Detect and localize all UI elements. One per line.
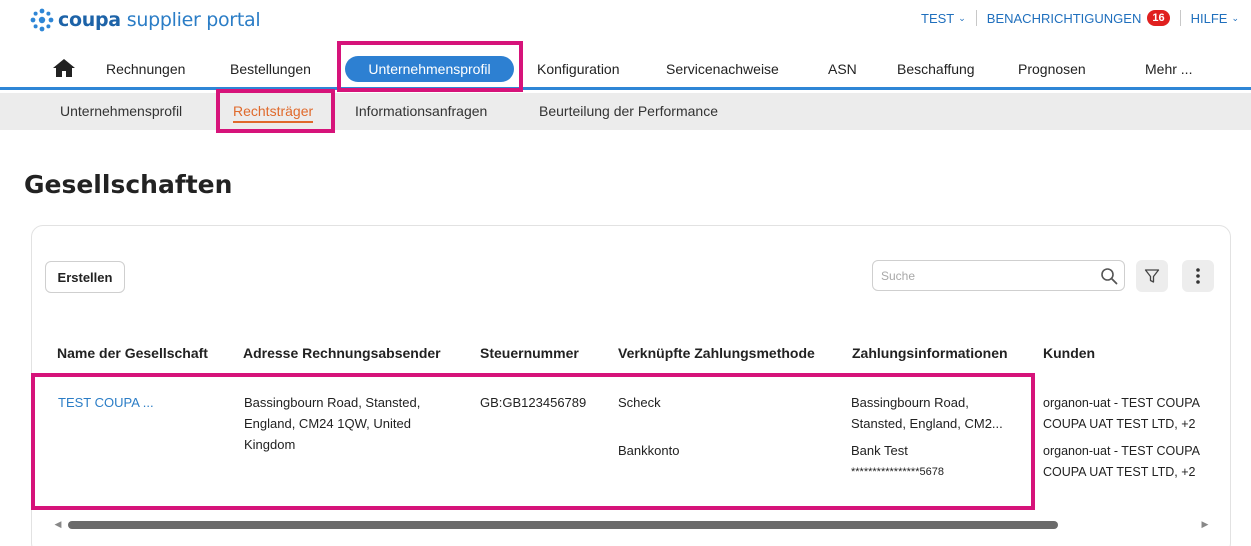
nav-item-rechnungen[interactable]: Rechnungen bbox=[106, 61, 185, 77]
customer-line: COUPA UAT TEST LTD, +2 bbox=[1043, 465, 1196, 479]
column-header-payment-method[interactable]: Verknüpfte Zahlungsmethode bbox=[618, 345, 815, 361]
scroll-right-icon[interactable]: ▶ bbox=[1199, 518, 1211, 530]
divider bbox=[1179, 10, 1181, 26]
scroll-left-icon[interactable]: ◀ bbox=[52, 518, 64, 530]
notifications-menu[interactable]: BENACHRICHTIGUNGEN 16 bbox=[987, 10, 1170, 26]
chevron-down-icon: ⌄ bbox=[1231, 12, 1239, 23]
search-icon[interactable] bbox=[1100, 267, 1118, 285]
subnav-item-informationsanfragen[interactable]: Informationsanfragen bbox=[355, 103, 487, 119]
logo-brand-text: coupa bbox=[58, 9, 121, 31]
notifications-label: BENACHRICHTIGUNGEN bbox=[986, 10, 1142, 26]
highlight-box-row bbox=[31, 373, 1035, 510]
subnav-item-beurteilung[interactable]: Beurteilung der Performance bbox=[539, 103, 718, 119]
column-header-name[interactable]: Name der Gesellschaft bbox=[57, 345, 208, 361]
scrollbar-thumb[interactable] bbox=[68, 521, 1058, 529]
column-header-payment-info[interactable]: Zahlungsinformationen bbox=[852, 345, 1008, 361]
column-header-tax-number[interactable]: Steuernummer bbox=[480, 345, 579, 361]
filter-icon bbox=[1144, 269, 1160, 283]
user-menu-label: TEST bbox=[921, 10, 955, 26]
column-header-customers[interactable]: Kunden bbox=[1043, 345, 1095, 361]
customer-line: organon-uat - TEST COUPA bbox=[1043, 444, 1201, 458]
logo-portal-text: supplier portal bbox=[126, 9, 261, 31]
notifications-count-badge: 16 bbox=[1147, 10, 1170, 26]
more-vertical-icon bbox=[1196, 268, 1200, 284]
highlight-box-subnav bbox=[216, 89, 335, 133]
search-input[interactable] bbox=[881, 266, 1091, 286]
column-header-address[interactable]: Adresse Rechnungsabsender bbox=[243, 345, 441, 361]
page-title: Gesellschaften bbox=[24, 170, 233, 199]
help-label: HILFE bbox=[1190, 10, 1228, 26]
divider bbox=[975, 10, 977, 26]
filter-button[interactable] bbox=[1136, 260, 1168, 292]
nav-item-mehr[interactable]: Mehr ... bbox=[1145, 61, 1192, 77]
nav-item-konfiguration[interactable]: Konfiguration bbox=[537, 61, 620, 77]
coupa-logo-icon bbox=[30, 8, 54, 32]
nav-item-beschaffung[interactable]: Beschaffung bbox=[897, 61, 975, 77]
chevron-down-icon: ⌄ bbox=[958, 12, 966, 23]
create-button[interactable]: Erstellen bbox=[45, 261, 125, 293]
home-icon[interactable] bbox=[52, 58, 76, 78]
highlight-box-nav bbox=[337, 41, 523, 92]
help-menu[interactable]: HILFE ⌄ bbox=[1191, 11, 1239, 26]
search-box bbox=[872, 260, 1125, 291]
nav-item-prognosen[interactable]: Prognosen bbox=[1018, 61, 1086, 77]
top-bar: coupa supplier portal TEST ⌄ BENACHRICHT… bbox=[0, 0, 1251, 42]
user-menu[interactable]: TEST ⌄ bbox=[921, 11, 966, 26]
more-options-button[interactable] bbox=[1182, 260, 1214, 292]
sub-nav: Unternehmensprofil Rechtsträger Informat… bbox=[0, 93, 1251, 130]
main-nav: Rechnungen Bestellungen Unternehmensprof… bbox=[0, 42, 1251, 90]
customer-line: organon-uat - TEST COUPA bbox=[1043, 396, 1201, 410]
nav-item-asn[interactable]: ASN bbox=[828, 61, 857, 77]
top-right-menu: TEST ⌄ BENACHRICHTIGUNGEN 16 HILFE ⌄ bbox=[921, 10, 1239, 26]
nav-item-bestellungen[interactable]: Bestellungen bbox=[230, 61, 311, 77]
customer-line: COUPA UAT TEST LTD, +2 bbox=[1043, 417, 1196, 431]
subnav-item-unternehmensprofil[interactable]: Unternehmensprofil bbox=[60, 103, 182, 119]
nav-item-servicenachweise[interactable]: Servicenachweise bbox=[666, 61, 779, 77]
coupa-logo[interactable]: coupa supplier portal bbox=[28, 6, 261, 34]
